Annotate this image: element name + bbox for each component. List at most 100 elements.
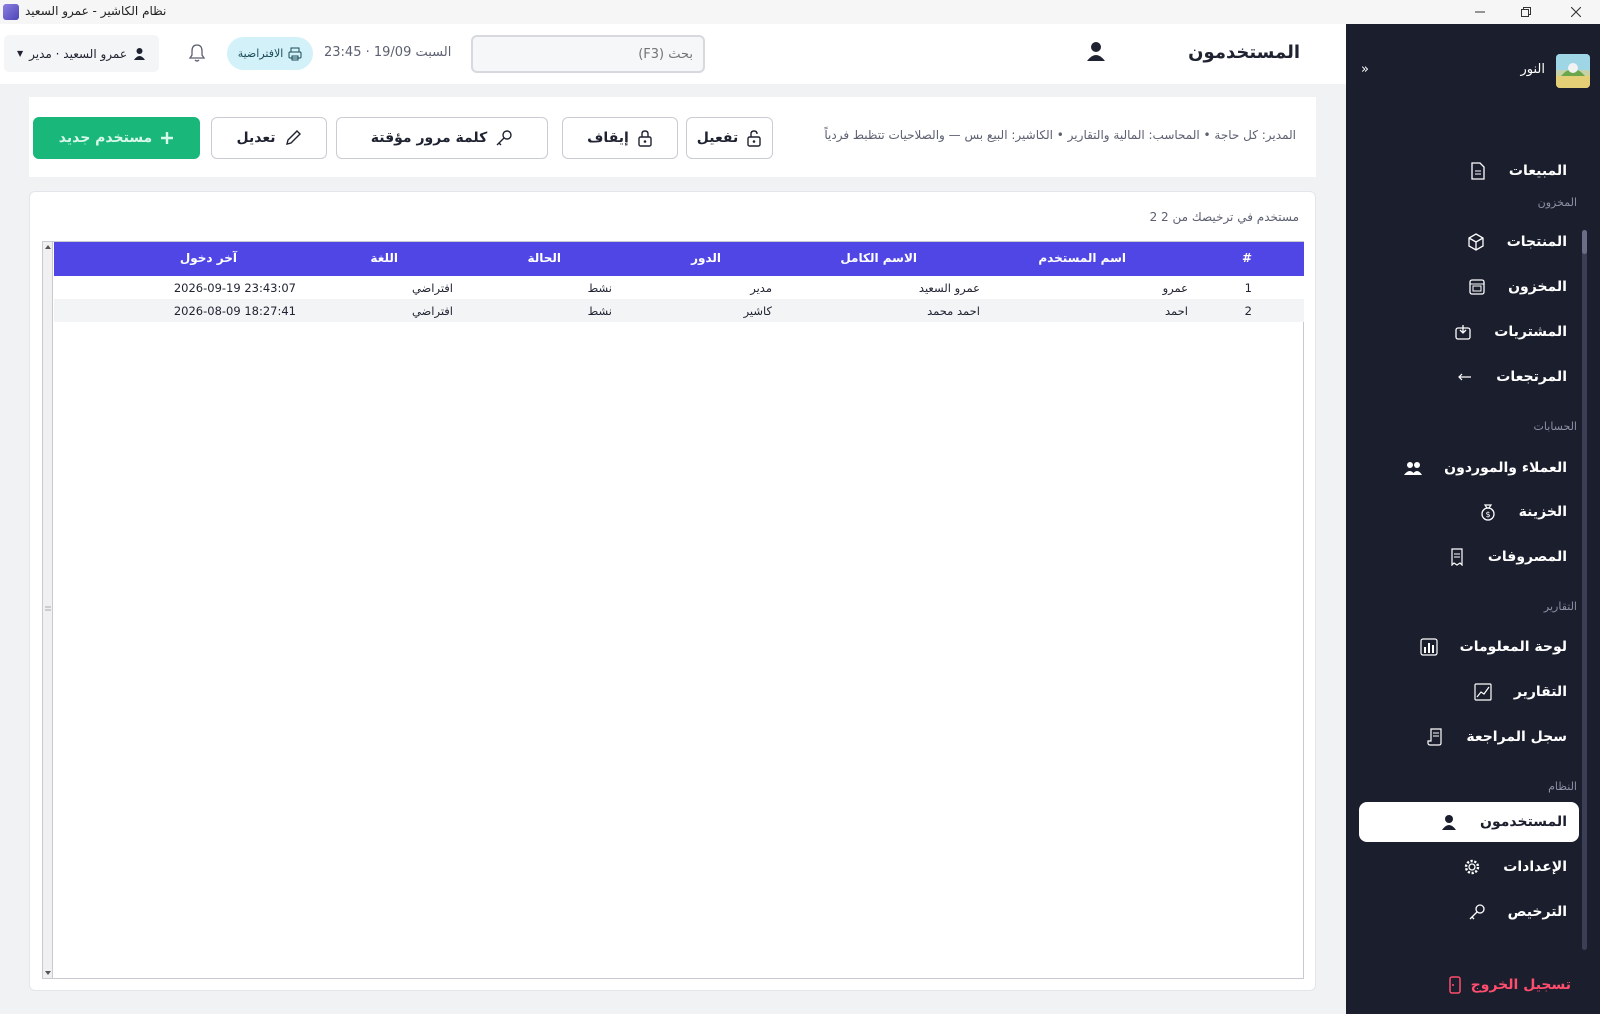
sidebar-item-sales[interactable]: المبيعات [1359,151,1579,191]
column-header[interactable]: # [1242,251,1252,265]
cell-language: افتراضي [411,304,453,318]
temp-password-label: كلمة مرور مؤقتة [370,130,488,146]
new-user-button[interactable]: مستخدم جديد [33,117,200,159]
cell-last-login: 2026-08-09 18:27:41 [173,304,296,318]
key-icon [496,130,512,146]
gear-icon [1459,858,1485,876]
sidebar-item-label: الترخيص [1507,904,1567,920]
edit-button[interactable]: تعديل [211,117,327,159]
sidebar-item-label: الخزينة [1518,504,1567,520]
notifications-button[interactable] [188,43,206,63]
table-row[interactable]: 2 احمد احمد محمد كاشير نشط افتراضي 2026-… [54,299,1304,322]
logout-icon [1448,976,1461,994]
logout-button[interactable]: تسجيل الخروج [1448,976,1579,994]
scroll-icon [1422,728,1448,746]
money-bag-icon: $ [1475,503,1501,521]
sidebar-item-label: المخزون [1508,279,1567,295]
column-header[interactable]: اسم المستخدم [1038,251,1126,265]
roles-hint: المدير: كل حاجة • المحاسب: المالية والتق… [824,128,1296,142]
column-header[interactable]: آخر دخول [180,251,237,265]
cell-role: كاشير [743,304,772,318]
new-user-label: مستخدم جديد [58,130,153,146]
lock-icon [638,130,652,147]
users-panel: 2 مستخدم في ترخيصك من 2 # اسم المستخدم ا… [29,191,1316,991]
cell-role: مدير [750,281,772,295]
cell-status: نشط [587,281,612,295]
column-header[interactable]: اللغة [370,251,398,265]
user-icon [1436,814,1462,830]
cell-index: 2 [1244,304,1252,318]
close-button[interactable] [1553,0,1599,24]
cell-username: عمرو [1162,281,1188,295]
sidebar-section-reports: التقارير [1543,600,1577,613]
table-row[interactable]: 1 عمرو عمرو السعيد مدير نشط افتراضي 2026… [54,276,1304,299]
bar-chart-icon [1416,638,1442,656]
search-input[interactable] [471,35,705,73]
box-icon [1463,233,1489,251]
app-icon [3,4,19,20]
minimize-button[interactable] [1457,0,1503,24]
line-chart-icon [1470,683,1496,701]
cell-fullname: احمد محمد [927,304,980,318]
user-menu[interactable]: ▼ عمرو السعيد · مدير [4,35,159,72]
clock: السبت 19/09 · 23:45 [324,45,452,60]
column-header[interactable]: الاسم الكامل [840,251,917,265]
sidebar-item-label: التقارير [1513,684,1567,700]
bell-icon [188,44,206,62]
minimize-icon [1475,11,1485,13]
sidebar-section-inventory: المخزون [1537,196,1577,209]
sidebar-item-dashboard[interactable]: لوحة المعلومات [1359,627,1579,667]
sidebar-item-expenses[interactable]: المصروفات [1359,537,1579,577]
suspend-button[interactable]: إيقاف [562,117,678,159]
sidebar-item-label: سجل المراجعة [1466,729,1567,745]
edit-label: تعديل [236,130,276,146]
page-title: المستخدمون [1188,42,1300,63]
sidebar-item-label: المنتجات [1506,234,1567,250]
sidebar-item-label: المبيعات [1508,163,1567,179]
sidebar-item-products[interactable]: المنتجات [1359,222,1579,262]
sidebar-item-users[interactable]: المستخدمون [1359,802,1579,842]
warehouse-icon [1464,278,1490,296]
logout-label: تسجيل الخروج [1470,977,1571,993]
svg-text:$: $ [1485,510,1490,519]
sidebar-item-purchases[interactable]: المشتريات [1359,312,1579,352]
user-icon [1086,41,1106,61]
document-icon [1465,162,1491,180]
table-header: # اسم المستخدم الاسم الكامل الدور الحالة… [54,242,1304,276]
sidebar-item-audit-log[interactable]: سجل المراجعة [1359,717,1579,757]
license-count: 2 مستخدم في ترخيصك من 2 [1149,210,1299,224]
arrow-left-icon [1452,371,1478,383]
activate-label: تفعيل [696,130,739,146]
cell-status: نشط [587,304,612,318]
printer-selector[interactable]: الافتراضية [227,37,313,70]
printer-icon [288,47,302,60]
users-icon [1400,460,1426,476]
sidebar-section-system: النظام [1548,780,1577,793]
sidebar-item-treasury[interactable]: الخزينة $ [1359,492,1579,532]
sidebar-item-inventory[interactable]: المخزون [1359,267,1579,307]
column-header[interactable]: الحالة [527,251,561,265]
sidebar-scrollbar[interactable] [1582,230,1587,950]
sidebar-item-label: المشتريات [1494,324,1567,340]
sidebar-item-customers-suppliers[interactable]: العملاء والموردون [1359,448,1579,488]
temp-password-button[interactable]: كلمة مرور مؤقتة [336,117,548,159]
window-titlebar: نظام الكاشير - عمرو السعيد [0,0,1600,24]
cell-last-login: 2026-09-19 23:43:07 [173,281,296,295]
sidebar-item-label: لوحة المعلومات [1459,639,1567,655]
collapse-sidebar-icon[interactable]: » [1361,62,1369,77]
sidebar-scrollbar-thumb[interactable] [1582,230,1587,254]
printer-label: الافتراضية [237,47,284,60]
user-icon [134,48,146,60]
user-menu-label: عمرو السعيد · مدير [29,46,128,61]
column-header[interactable]: الدور [691,251,721,265]
sidebar-item-settings[interactable]: الإعدادات [1359,847,1579,887]
sidebar-item-returns[interactable]: المرتجعات [1359,357,1579,397]
maximize-button[interactable] [1503,0,1549,24]
chevron-down-icon: ▼ [16,49,24,58]
window-title: نظام الكاشير - عمرو السعيد [25,4,167,18]
sidebar-item-reports[interactable]: التقارير [1359,672,1579,712]
brand-name: النور [1520,62,1546,77]
activate-button[interactable]: تفعيل [686,117,773,159]
sidebar-item-license[interactable]: الترخيص [1359,892,1579,932]
table-scrollbar[interactable] [43,242,53,978]
